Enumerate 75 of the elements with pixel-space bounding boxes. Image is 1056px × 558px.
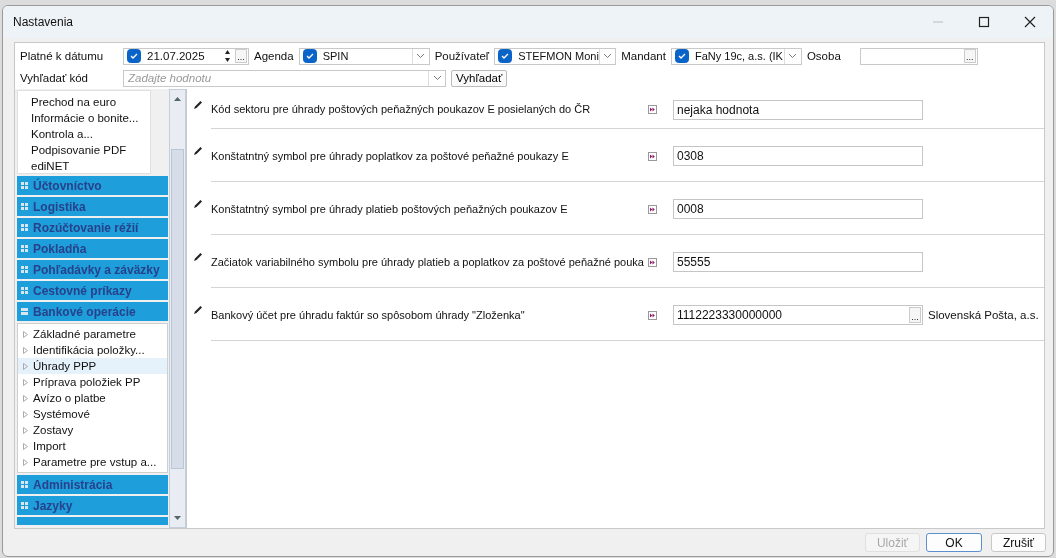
menu-item[interactable]: Kontrola a...: [31, 126, 150, 142]
tree-item[interactable]: Import: [18, 438, 167, 454]
pencil-icon[interactable]: [193, 99, 203, 110]
search-field[interactable]: Zadajte hodnotu: [124, 72, 428, 84]
field-label: Mandant: [621, 50, 666, 62]
input-field[interactable]: 0308: [673, 146, 923, 166]
window-title: Nastavenia: [13, 15, 74, 29]
expand-icon[interactable]: [21, 224, 28, 231]
expand-icon[interactable]: [21, 502, 28, 509]
pencil-icon[interactable]: [193, 199, 203, 209]
search-button[interactable]: Vyhľadať: [451, 69, 508, 87]
menu-item[interactable]: ediNET: [31, 158, 150, 173]
setting-label: Konštatntný symbol pre úhrady platieb poštových peňažných poukazov E: [211, 201, 568, 217]
expand-icon[interactable]: [21, 182, 28, 189]
scroll-up-icon[interactable]: [173, 96, 182, 102]
tree-item[interactable]: Zostavy: [18, 422, 167, 438]
expand-icon[interactable]: [21, 245, 28, 252]
pencil-icon[interactable]: [193, 146, 203, 156]
fast-forward-icon[interactable]: [648, 105, 657, 114]
setting-note: Slovenská Pošta, a.s.: [928, 309, 1039, 321]
field-label: Platné k dátumu: [20, 50, 105, 62]
field-label: Osoba: [806, 50, 841, 62]
dialog-button[interactable]: Zrušiť: [991, 533, 1046, 552]
fast-forward-icon[interactable]: [648, 151, 657, 161]
expand-icon[interactable]: [21, 287, 28, 294]
tree-item[interactable]: Príprava položiek PP: [18, 374, 167, 390]
tree-item[interactable]: Základné parametre: [18, 326, 167, 342]
scroll-down-icon[interactable]: [173, 515, 182, 521]
tree-item[interactable]: Systémové: [18, 406, 167, 422]
dialog-button[interactable]: OK: [926, 533, 982, 552]
setting-label: Bankový účet pre úhradu faktúr so spôsobom úhrady "Zloženka": [211, 307, 525, 323]
setting-label: Začiatok variabilného symbolu pre úhrady platieb a poplatkov za poštové peňažné pouka: [211, 254, 644, 270]
ellipsis-button[interactable]: ...: [963, 49, 976, 63]
field-label: Používateľ: [434, 50, 490, 62]
tree-item[interactable]: Parametre pre vstup a...: [18, 454, 167, 470]
checkbox[interactable]: [302, 49, 317, 63]
input-field[interactable]: 55555: [673, 252, 923, 272]
maximize-icon[interactable]: [977, 15, 991, 29]
ellipsis-button[interactable]: ...: [909, 307, 921, 323]
dropdown[interactable]: FaNy 19c, a.s. (IK: [670, 47, 802, 65]
checkbox[interactable]: [674, 49, 689, 63]
tree-item[interactable]: Identifikácia položky...: [18, 342, 167, 358]
close-icon[interactable]: [1023, 15, 1037, 29]
ellipsis-button[interactable]: ...: [235, 49, 247, 63]
spinner-icon[interactable]: [224, 49, 231, 63]
input-field[interactable]: 1112223330000000 ...: [673, 305, 923, 325]
input-field[interactable]: nejaka hodnota: [673, 99, 923, 120]
date-field[interactable]: 21.07.2025 ...: [123, 47, 249, 65]
fast-forward-icon[interactable]: [648, 310, 657, 320]
input-field[interactable]: 0008: [673, 199, 923, 219]
fast-forward-icon[interactable]: [648, 204, 657, 214]
fast-forward-icon[interactable]: [648, 257, 657, 267]
expand-icon[interactable]: [21, 203, 28, 210]
menu-item[interactable]: Prechod na euro: [31, 94, 150, 110]
menu-item[interactable]: Informácie o bonite...: [31, 110, 150, 126]
expand-icon[interactable]: [21, 481, 28, 488]
tree-item[interactable]: Úhrady PPP: [18, 358, 167, 374]
menu-item[interactable]: Podpisovanie PDF: [31, 142, 150, 158]
expand-icon[interactable]: [21, 266, 28, 273]
scrollbar[interactable]: [169, 89, 186, 528]
dropdown[interactable]: SPIN: [298, 47, 430, 65]
scroll-thumb[interactable]: [171, 148, 184, 469]
field-label: Agenda: [254, 50, 294, 62]
tree-item[interactable]: Avízo o platbe: [18, 390, 167, 406]
pencil-icon[interactable]: [193, 252, 203, 262]
checkbox[interactable]: [498, 49, 513, 63]
pencil-icon[interactable]: [193, 305, 203, 315]
dropdown[interactable]: STEFMON Moni: [494, 47, 617, 65]
lookup-field[interactable]: ...: [859, 47, 978, 65]
checkbox[interactable]: [127, 49, 141, 63]
collapse-icon[interactable]: [21, 308, 28, 315]
field-label: Vyhľadať kód: [20, 72, 89, 84]
setting-label: Konštatntný symbol pre úhrady poplatkov za poštové peňažné poukazy E: [211, 148, 569, 164]
combo-box[interactable]: Zadajte hodnotu: [123, 69, 446, 87]
setting-label: Kód sektoru pre úhrady poštových peňažných poukazov E posielaných do ČR: [211, 102, 591, 117]
